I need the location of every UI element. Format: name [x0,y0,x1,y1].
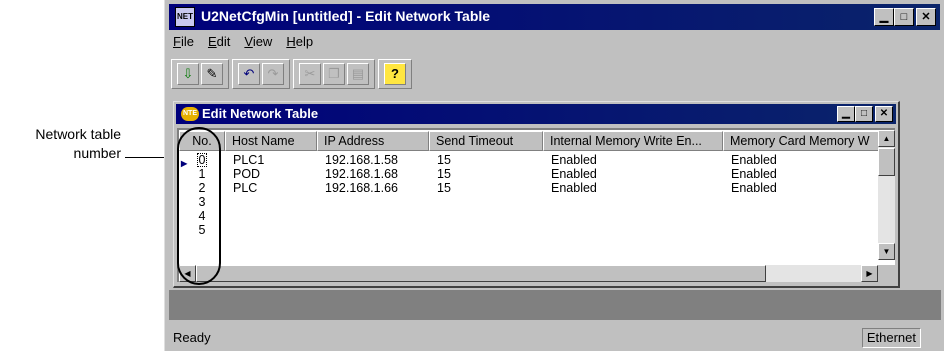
scroll-right-icon[interactable]: ▶ [861,265,878,282]
copy-icon[interactable]: ❐ [323,63,345,85]
memory-card-cell[interactable]: Enabled [723,153,881,167]
host-name-cell[interactable]: POD [225,167,317,181]
mdi-client-area [169,290,941,320]
column-header-host-name[interactable]: Host Name [225,131,317,151]
resize-grip-icon[interactable] [878,265,895,282]
menu-view[interactable]: View [244,34,272,54]
edit-network-table-window: NTE Edit Network Table ▁ □ ✕ No. Host Na… [173,101,900,288]
status-connection-pane: Ethernet [861,328,921,348]
table-row[interactable]: 5 [179,223,881,237]
host-name-cell[interactable]: PLC1 [225,153,317,167]
internal-memory-cell[interactable]: Enabled [543,167,723,181]
annotation-label: Network table number [0,125,121,163]
table-row[interactable]: 0 PLC1 192.168.1.58 15 Enabled Enabled [179,153,881,167]
help-icon[interactable]: ? [384,63,406,85]
import-icon[interactable]: ⇩ [177,63,199,85]
send-timeout-cell[interactable]: 15 [429,153,543,167]
main-titlebar[interactable]: NET U2NetCfgMin [untitled] - Edit Networ… [169,4,940,30]
table-row[interactable]: 3 [179,195,881,209]
status-text: Ready [173,330,211,345]
toolbar: ⇩ ✎ ↶ ↷ ✂ ❐ ▤ ? [171,58,415,90]
export-icon[interactable]: ✎ [201,63,223,85]
table-header: No. Host Name IP Address Send Timeout In… [179,131,881,151]
ip-address-cell[interactable]: 192.168.1.68 [317,167,429,181]
column-header-send-timeout[interactable]: Send Timeout [429,131,543,151]
scroll-up-icon[interactable]: ▲ [878,130,895,147]
send-timeout-cell[interactable]: 15 [429,167,543,181]
memory-card-cell[interactable]: Enabled [723,181,881,195]
status-bar: Ready Ethernet [169,326,941,348]
menu-file[interactable]: File [173,34,194,54]
horizontal-scrollbar[interactable]: ◀ ▶ [179,265,878,282]
internal-memory-cell[interactable]: Enabled [543,153,723,167]
child-maximize-button[interactable]: □ [855,106,873,122]
table-body: 0 PLC1 192.168.1.58 15 Enabled Enabled 1… [179,153,881,237]
menu-help[interactable]: Help [286,34,313,54]
host-name-cell[interactable]: PLC [225,181,317,195]
memory-card-cell[interactable]: Enabled [723,167,881,181]
paste-icon[interactable]: ▤ [347,63,369,85]
maximize-button[interactable]: □ [894,8,914,26]
menu-edit[interactable]: Edit [208,34,230,54]
send-timeout-cell[interactable]: 15 [429,181,543,195]
highlight-oval [177,127,221,285]
table-row[interactable]: 1 POD 192.168.1.68 15 Enabled Enabled [179,167,881,181]
minimize-button[interactable]: ▁ [874,8,894,26]
vertical-scrollbar[interactable]: ▲ ▼ [878,130,895,260]
table-row[interactable]: 4 [179,209,881,223]
table-row[interactable]: 2 PLC 192.168.1.66 15 Enabled Enabled [179,181,881,195]
annotation-line-2: number [73,145,121,161]
app-icon[interactable]: NET [175,7,195,27]
nte-icon: NTE [181,107,199,121]
column-header-memory-card[interactable]: Memory Card Memory W [723,131,881,151]
child-title: Edit Network Table [202,106,319,121]
vertical-scroll-thumb[interactable] [878,148,895,176]
close-button[interactable]: ✕ [916,8,936,26]
undo-icon[interactable]: ↶ [238,63,260,85]
network-table-grid[interactable]: No. Host Name IP Address Send Timeout In… [177,128,895,282]
ip-address-cell[interactable]: 192.168.1.58 [317,153,429,167]
internal-memory-cell[interactable]: Enabled [543,181,723,195]
menu-bar: File Edit View Help [173,34,313,54]
horizontal-scroll-thumb[interactable] [196,265,766,282]
cut-icon[interactable]: ✂ [299,63,321,85]
child-minimize-button[interactable]: ▁ [837,106,855,122]
scroll-down-icon[interactable]: ▼ [878,243,895,260]
main-window: NET U2NetCfgMin [untitled] - Edit Networ… [164,0,944,351]
column-header-ip-address[interactable]: IP Address [317,131,429,151]
column-header-internal-memory[interactable]: Internal Memory Write En... [543,131,723,151]
child-close-button[interactable]: ✕ [875,106,893,122]
redo-icon[interactable]: ↷ [262,63,284,85]
ip-address-cell[interactable]: 192.168.1.66 [317,181,429,195]
annotation-line-1: Network table [35,126,121,142]
child-titlebar[interactable]: NTE Edit Network Table ▁ □ ✕ [176,104,896,124]
window-title: U2NetCfgMin [untitled] - Edit Network Ta… [201,8,491,24]
